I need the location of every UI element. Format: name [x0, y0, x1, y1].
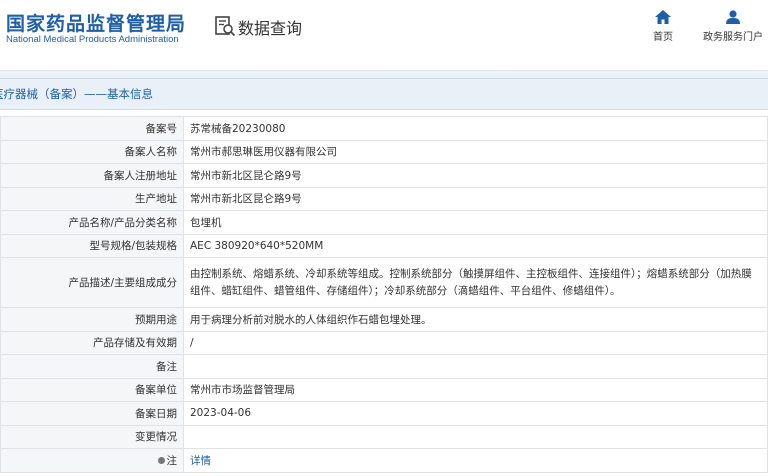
row-value: 常州市新北区昆仑路9号: [183, 186, 768, 211]
nav-portal-label: 政务服务门户: [703, 32, 763, 43]
nav-gov-service-portal[interactable]: 政务服务门户: [700, 10, 766, 43]
row-label: 备案号: [0, 116, 184, 141]
data-query-title: 数据查询: [238, 19, 303, 38]
table-row: 型号规格/包装规格 AEC 380920*640*520MM: [0, 233, 768, 258]
row-label: 生产地址: [0, 186, 184, 211]
table-row: 产品名称/产品分类名称 包埋机: [0, 210, 768, 235]
row-label: 预期用途: [0, 307, 184, 332]
row-label: 型号规格/包装规格: [0, 233, 184, 258]
row-label: 变更情况: [0, 424, 184, 449]
table-row: 预期用途 用于病理分析前对脱水的人体组织作石蜡包埋处理。: [0, 307, 768, 332]
table-row: 备案单位 常州市市场监督管理局: [0, 377, 768, 402]
row-label: 备案单位: [0, 377, 184, 402]
row-value: [183, 354, 768, 379]
row-value: 常州市郝思琳医用仪器有限公司: [183, 139, 768, 164]
row-value: 包埋机: [183, 210, 768, 235]
section-title: 医疗器械（备案）——基本信息: [0, 78, 768, 110]
note-label-cell: 注: [0, 448, 184, 473]
row-label: 注: [166, 454, 178, 467]
logo-title-en[interactable]: National Medical Products Administration: [6, 34, 179, 45]
row-label: 备案日期: [0, 401, 184, 426]
device-info-table: 备案号 苏常械备20230080 备案人名称 常州市郝思琳医用仪器有限公司 备案…: [0, 116, 768, 473]
row-label: 产品名称/产品分类名称: [0, 210, 184, 235]
table-row: 备案日期 2023-04-06: [0, 401, 768, 426]
table-row: 产品存储及有效期 /: [0, 330, 768, 355]
section-title-text: 医疗器械（备案）——基本信息: [0, 87, 153, 101]
table-row: 备案号 苏常械备20230080: [0, 116, 768, 141]
row-value: 用于病理分析前对脱水的人体组织作石蜡包埋处理。: [183, 307, 768, 332]
home-icon: [655, 10, 671, 24]
row-value: 详情: [183, 448, 768, 473]
nav-home-label: 首页: [653, 32, 673, 43]
row-label: 备案人名称: [0, 139, 184, 164]
row-value: 常州市新北区昆仑路9号: [183, 163, 768, 188]
user-icon: [726, 10, 740, 24]
row-label: 备案人注册地址: [0, 163, 184, 188]
table-row: 产品描述/主要组成成分 由控制系统、熔蜡系统、冷却系统等组成。控制系统部分（触摸…: [0, 257, 768, 308]
row-label: 产品描述/主要组成成分: [0, 257, 184, 308]
table-row: 注 详情: [0, 448, 768, 473]
nav-home[interactable]: 首页: [646, 10, 680, 43]
info-dot-icon: [157, 457, 165, 465]
table-row: 生产地址 常州市新北区昆仑路9号: [0, 186, 768, 211]
table-row: 备案人名称 常州市郝思琳医用仪器有限公司: [0, 139, 768, 164]
logo-title-cn[interactable]: 国家药品监督管理局: [6, 9, 186, 36]
row-value: /: [183, 330, 768, 355]
table-row: 备注: [0, 354, 768, 379]
row-value: AEC 380920*640*520MM: [183, 233, 768, 258]
row-value: 苏常械备20230080: [183, 116, 768, 141]
table-row: 变更情况: [0, 424, 768, 449]
row-value: [183, 424, 768, 449]
row-value: 由控制系统、熔蜡系统、冷却系统等组成。控制系统部分（触摸屏组件、主控板组件、连接…: [183, 257, 768, 308]
table-row: 备案人注册地址 常州市新北区昆仑路9号: [0, 163, 768, 188]
row-label: 产品存储及有效期: [0, 330, 184, 355]
row-value: 2023-04-06: [183, 401, 768, 426]
details-link[interactable]: 详情: [190, 455, 211, 467]
data-query-icon: [215, 16, 236, 37]
row-label: 备注: [0, 354, 184, 379]
site-header: 国家药品监督管理局 National Medical Products Admi…: [0, 0, 768, 72]
row-value: 常州市市场监督管理局: [183, 377, 768, 402]
